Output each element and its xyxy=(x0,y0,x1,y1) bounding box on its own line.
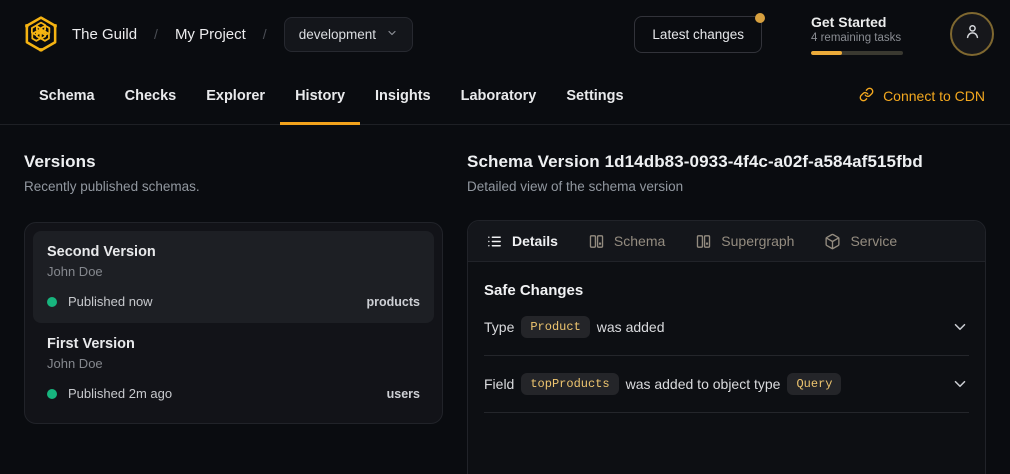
version-author: John Doe xyxy=(47,356,420,371)
chevron-down-icon[interactable] xyxy=(951,375,969,393)
tab-explorer[interactable]: Explorer xyxy=(191,68,280,124)
version-status-row: Published now products xyxy=(47,294,420,309)
detail-tab-label: Service xyxy=(850,233,897,249)
user-icon xyxy=(963,22,982,46)
latest-changes-button[interactable]: Latest changes xyxy=(634,16,762,53)
change-text: Type xyxy=(484,319,514,335)
notification-dot xyxy=(755,13,765,23)
detail-title: Schema Version 1d14db83-0933-4f4c-a02f-a… xyxy=(467,152,986,172)
detail-tab-schema[interactable]: Schema xyxy=(588,233,665,250)
code-badge: Query xyxy=(787,373,841,395)
versions-title: Versions xyxy=(24,152,443,172)
tab-checks[interactable]: Checks xyxy=(110,68,192,124)
detail-body: Safe Changes Type Product was added Fiel… xyxy=(468,262,985,413)
get-started-widget[interactable]: Get Started 4 remaining tasks xyxy=(811,14,906,55)
version-service: products xyxy=(367,295,420,309)
detail-tab-label: Schema xyxy=(614,233,665,249)
link-icon xyxy=(859,87,874,105)
change-row-type-added[interactable]: Type Product was added xyxy=(484,299,969,356)
published-dot-icon xyxy=(47,297,57,307)
hive-logo-icon[interactable] xyxy=(22,15,60,53)
environment-selector[interactable]: development xyxy=(284,17,413,52)
connect-to-cdn-link[interactable]: Connect to CDN xyxy=(859,68,985,124)
change-text: Field xyxy=(484,376,514,392)
detail-subtitle: Detailed view of the schema version xyxy=(467,179,986,194)
code-badge: Product xyxy=(521,316,589,338)
detail-tab-details[interactable]: Details xyxy=(486,233,558,250)
get-started-progressbar xyxy=(811,51,903,55)
breadcrumb-project[interactable]: My Project xyxy=(175,26,246,43)
versions-list: Second Version John Doe Published now pr… xyxy=(24,222,443,424)
version-service: users xyxy=(387,387,420,401)
columns-icon xyxy=(588,233,605,250)
version-item-second[interactable]: Second Version John Doe Published now pr… xyxy=(33,231,434,323)
breadcrumb-separator: / xyxy=(263,26,267,42)
tab-schema[interactable]: Schema xyxy=(24,68,110,124)
breadcrumb-separator: / xyxy=(154,26,158,42)
detail-card: Details Schema xyxy=(467,220,986,474)
change-text: was added xyxy=(597,319,665,335)
detail-tabs: Details Schema xyxy=(468,221,985,262)
get-started-subtitle: 4 remaining tasks xyxy=(811,32,906,44)
main-content: Versions Recently published schemas. Sec… xyxy=(0,125,1010,474)
version-item-first[interactable]: First Version John Doe Published 2m ago … xyxy=(33,323,434,415)
tab-insights[interactable]: Insights xyxy=(360,68,446,124)
code-badge: topProducts xyxy=(521,373,618,395)
version-status: Published 2m ago xyxy=(68,386,172,401)
versions-subtitle: Recently published schemas. xyxy=(24,179,443,194)
change-text: was added to object type xyxy=(626,376,781,392)
latest-changes-label: Latest changes xyxy=(652,27,744,42)
chevron-down-icon[interactable] xyxy=(951,318,969,336)
tab-settings[interactable]: Settings xyxy=(551,68,638,124)
detail-tab-label: Details xyxy=(512,233,558,249)
list-icon xyxy=(486,233,503,250)
app-header: The Guild / My Project / development Lat… xyxy=(0,0,1010,68)
published-dot-icon xyxy=(47,389,57,399)
version-status-row: Published 2m ago users xyxy=(47,386,420,401)
tab-history[interactable]: History xyxy=(280,68,360,124)
detail-tab-label: Supergraph xyxy=(721,233,794,249)
versions-panel: Versions Recently published schemas. Sec… xyxy=(24,125,443,474)
version-status: Published now xyxy=(68,294,153,309)
detail-tab-service[interactable]: Service xyxy=(824,233,897,250)
breadcrumb-org[interactable]: The Guild xyxy=(72,26,137,43)
version-author: John Doe xyxy=(47,264,420,279)
chevron-down-icon xyxy=(386,27,398,42)
get-started-title: Get Started xyxy=(811,14,906,30)
change-row-field-added[interactable]: Field topProducts was added to object ty… xyxy=(484,356,969,413)
detail-tab-supergraph[interactable]: Supergraph xyxy=(695,233,794,250)
connect-to-cdn-label: Connect to CDN xyxy=(883,88,985,104)
tab-laboratory[interactable]: Laboratory xyxy=(446,68,552,124)
project-nav: Schema Checks Explorer History Insights … xyxy=(0,68,1010,125)
version-name: First Version xyxy=(47,336,420,352)
get-started-progress-fill xyxy=(811,51,842,55)
cube-icon xyxy=(824,233,841,250)
environment-selector-value: development xyxy=(299,27,376,42)
version-name: Second Version xyxy=(47,244,420,260)
user-avatar[interactable] xyxy=(950,12,994,56)
columns-icon xyxy=(695,233,712,250)
safe-changes-heading: Safe Changes xyxy=(484,282,969,299)
schema-version-detail-panel: Schema Version 1d14db83-0933-4f4c-a02f-a… xyxy=(467,125,986,474)
